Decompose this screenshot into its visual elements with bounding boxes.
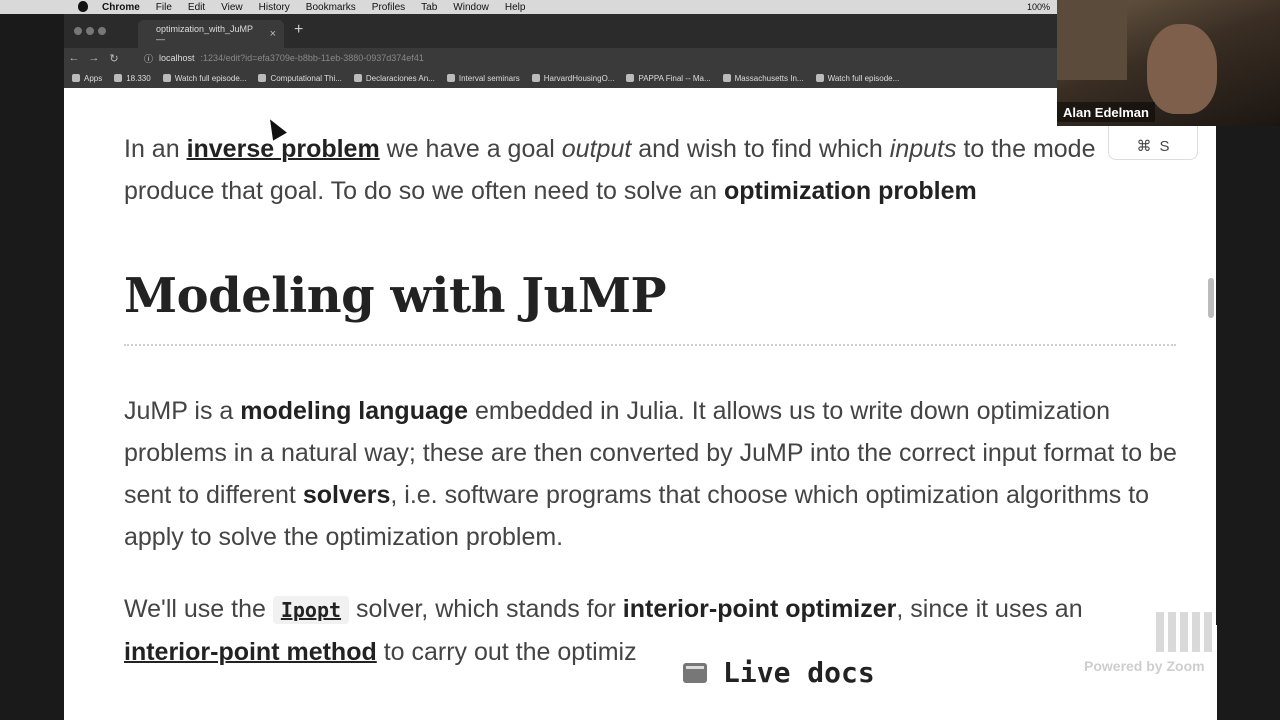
inverse-problem-link[interactable]: inverse problem	[187, 135, 380, 163]
reload-icon[interactable]: ↻	[104, 52, 124, 65]
bookmark-icon	[162, 74, 171, 82]
bookmark-item[interactable]: HarvardHousingO...	[531, 73, 615, 83]
menubar-status-area: 100%	[1027, 0, 1050, 14]
bookmark-item[interactable]: Declaraciones An...	[353, 73, 435, 83]
bookmark-label: Massachusetts In...	[734, 73, 804, 83]
ipopt-code-link[interactable]: Ipopt	[272, 596, 350, 624]
text-run: and wish to find which	[631, 135, 890, 163]
menu-history[interactable]: History	[259, 2, 290, 13]
menu-profiles[interactable]: Profiles	[372, 2, 405, 13]
text-run: we have a goal	[379, 135, 562, 163]
maximize-window-icon[interactable]	[98, 27, 106, 35]
bookmark-item[interactable]: 18.330	[114, 73, 151, 83]
bookmark-label: Computational Thi...	[270, 73, 342, 83]
new-tab-icon[interactable]: +	[294, 21, 303, 39]
bold-modeling-language: modeling language	[240, 397, 469, 425]
address-bar[interactable]: ⓘ localhost :1234/edit?id=efa3709e-b8bb-1…	[144, 52, 424, 65]
bold-optimization-problem: optimization problem	[723, 177, 977, 205]
save-shortcut-key: S	[1159, 138, 1170, 155]
bold-solvers: solvers	[302, 481, 391, 509]
books-icon	[683, 662, 707, 683]
section-heading: Modeling with JuMP	[124, 268, 667, 324]
jump-paragraph: JuMP is a modeling language embedded in …	[124, 390, 1184, 558]
bookmark-icon	[446, 74, 455, 82]
bookmark-icon	[722, 74, 731, 82]
bookmark-icon	[258, 74, 267, 82]
menu-app-name[interactable]: Chrome	[102, 2, 140, 13]
bookmark-item[interactable]: PAPPA Final -- Ma...	[626, 73, 711, 83]
intro-paragraph: In an inverse problem we have a goal out…	[124, 128, 1184, 212]
bold-interior-point-optimizer: interior-point optimizer	[622, 595, 897, 623]
emphasis-output: output	[561, 135, 632, 163]
live-docs-label: Live docs	[723, 656, 875, 689]
interior-point-method-link[interactable]: interior-point method	[124, 638, 377, 666]
text-run: , since it uses an	[896, 595, 1083, 623]
bookmark-item[interactable]: Watch full episode...	[815, 73, 900, 83]
bookmark-item[interactable]: Massachusetts In...	[722, 73, 804, 83]
battery-percent: 100%	[1026, 2, 1050, 12]
text-run: produce that goal. To do so we often nee…	[124, 177, 724, 205]
menu-file[interactable]: File	[156, 2, 172, 13]
tab-close-icon[interactable]: ×	[270, 28, 276, 40]
participant-name: Alan Edelman	[1057, 102, 1155, 122]
back-icon[interactable]: ←	[64, 52, 84, 64]
tab-title: optimization_with_JuMP —	[156, 24, 253, 44]
text-run: JuMP is a	[124, 397, 241, 425]
heading-divider	[124, 344, 1176, 346]
bookmark-icon	[815, 74, 824, 82]
bookmark-icon	[531, 74, 540, 82]
browser-tab[interactable]: optimization_with_JuMP — ×	[138, 20, 284, 48]
bookmark-item[interactable]: Computational Thi...	[258, 73, 342, 83]
bookmark-label: HarvardHousingO...	[543, 73, 615, 83]
apple-icon[interactable]	[78, 1, 88, 12]
forward-icon[interactable]: →	[84, 52, 104, 64]
bookmark-label: PAPPA Final -- Ma...	[638, 73, 711, 83]
menu-bookmarks[interactable]: Bookmarks	[306, 2, 356, 13]
apps-icon	[72, 74, 80, 82]
text-run: In an	[124, 135, 187, 163]
bookmark-item[interactable]: Watch full episode...	[162, 73, 247, 83]
menu-view[interactable]: View	[221, 2, 243, 13]
bookmark-label: Apps	[84, 73, 103, 83]
menu-edit[interactable]: Edit	[188, 2, 205, 13]
bookmark-label: Watch full episode...	[827, 73, 900, 83]
bookmark-label: Interval seminars	[458, 73, 520, 83]
mit-logo	[1156, 612, 1228, 652]
menu-help[interactable]: Help	[505, 2, 526, 13]
bookshelf-background	[1057, 0, 1127, 80]
text-run: to the mode	[956, 135, 1096, 163]
url-host: localhost	[159, 53, 195, 63]
bookmark-item[interactable]: Apps	[72, 74, 102, 83]
bookmark-label: Declaraciones An...	[365, 73, 435, 83]
bookmark-icon	[114, 74, 123, 82]
bookmark-label: Watch full episode...	[174, 73, 247, 83]
page-scrollbar[interactable]	[1208, 278, 1214, 318]
minimize-window-icon[interactable]	[86, 27, 94, 35]
menu-tab[interactable]: Tab	[421, 2, 437, 13]
close-window-icon[interactable]	[74, 27, 82, 35]
zoom-watermark: Powered by Zoom	[1084, 658, 1205, 674]
participant-video	[1147, 24, 1217, 114]
bookmark-label: 18.330	[126, 73, 151, 83]
command-icon: ⌘	[1136, 138, 1152, 155]
bookmark-icon	[353, 74, 362, 82]
text-run: solver, which stands for	[349, 595, 623, 623]
info-icon[interactable]: ⓘ	[144, 52, 153, 65]
text-run: We'll use the	[124, 595, 273, 623]
text-run: to carry out the optimiz	[376, 638, 637, 666]
bookmark-icon	[626, 74, 635, 82]
bookmark-item[interactable]: Interval seminars	[446, 73, 520, 83]
menu-window[interactable]: Window	[453, 2, 489, 13]
url-rest: :1234/edit?id=efa3709e-b8bb-11eb-3880-09…	[200, 53, 424, 63]
emphasis-inputs: inputs	[889, 135, 957, 163]
